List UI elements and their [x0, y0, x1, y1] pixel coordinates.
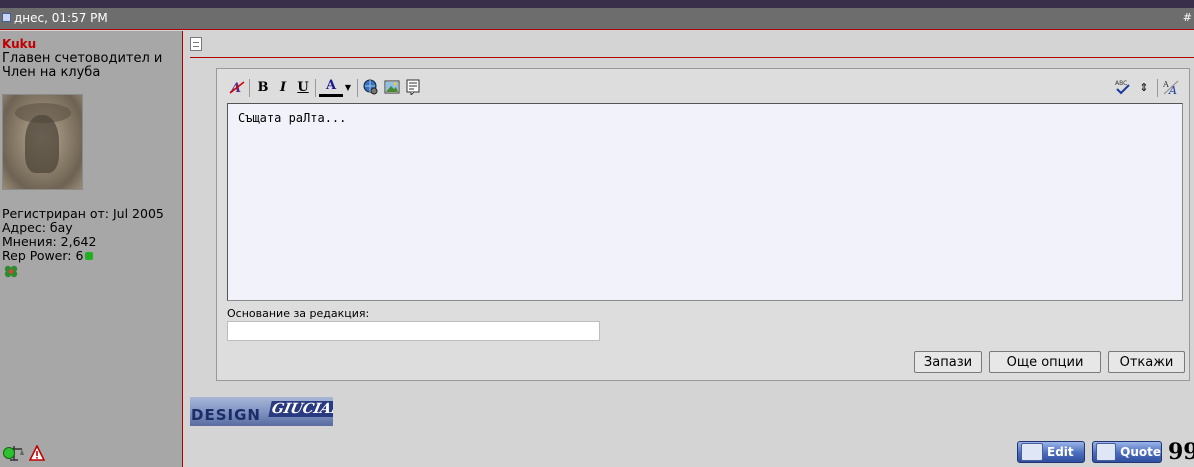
save-button[interactable]: Запази — [914, 351, 982, 373]
svg-text:ABC: ABC — [1115, 80, 1127, 87]
post-number-link[interactable]: # — [1183, 11, 1192, 24]
post-date: днес, 01:57 PM — [14, 11, 108, 25]
report-post-icon[interactable] — [28, 444, 46, 461]
user-address: Адрес: бау — [2, 220, 73, 235]
message-editor[interactable]: Същата раЛта... — [227, 103, 1183, 301]
cancel-button[interactable]: Откажи — [1108, 351, 1185, 373]
user-sidebar: Kuku Главен счетоводител и Член на клуба… — [0, 31, 183, 467]
quick-edit-box: A B I U A ▼ ABC ⇕ AA — [216, 68, 1190, 381]
user-title: Главен счетоводител и Член на клуба — [2, 51, 163, 80]
edit-label: Edit — [1047, 445, 1074, 459]
rep-power-row: Rep Power: 6 — [2, 249, 164, 263]
top-border — [0, 0, 1194, 8]
divider — [190, 57, 1194, 58]
online-status-icon — [3, 447, 15, 459]
edit-post-button[interactable]: Edit — [1017, 441, 1085, 463]
remove-format-icon[interactable]: A — [227, 77, 247, 97]
insert-image-icon[interactable] — [382, 77, 402, 97]
resize-icon[interactable]: ⇕ — [1134, 77, 1154, 97]
post-header: днес, 01:57 PM # — [0, 8, 1194, 30]
username-link[interactable]: Kuku — [2, 37, 36, 51]
svg-text:A: A — [1162, 80, 1169, 89]
clover-icon — [4, 265, 18, 278]
insert-link-icon[interactable] — [361, 77, 381, 97]
quote-post-button[interactable]: Quote — [1092, 441, 1162, 463]
editor-toolbar: A B I U A ▼ ABC ⇕ AA — [227, 77, 1185, 101]
edit-reason-label: Основание за редакция: — [227, 307, 370, 320]
document-icon — [190, 37, 202, 51]
multiquote-icon[interactable]: 99 — [1168, 441, 1194, 463]
rep-power: Rep Power: 6 — [2, 248, 84, 263]
font-color-dropdown-icon[interactable]: ▼ — [343, 77, 353, 97]
edit-icon — [1021, 443, 1043, 461]
post-body: A B I U A ▼ ABC ⇕ AA — [184, 31, 1194, 467]
italic-button[interactable]: I — [273, 77, 293, 97]
underline-button[interactable]: U — [293, 77, 313, 97]
quote-icon[interactable] — [403, 77, 423, 97]
avatar[interactable] — [2, 94, 83, 190]
bold-button[interactable]: B — [253, 77, 273, 97]
user-info: Регистриран от: Jul 2005 Адрес: бау Мнен… — [2, 207, 164, 263]
logo-text-giuciard: GIUCIARD — [268, 401, 333, 417]
logo-text-design: DESIGN — [191, 406, 261, 424]
edit-reason-input[interactable] — [227, 321, 600, 341]
spell-check-icon[interactable]: ABC — [1113, 77, 1133, 97]
quote-pen-icon — [1096, 443, 1117, 461]
signature-logo: DESIGN GIUCIARD — [190, 397, 333, 426]
quote-label: Quote — [1120, 445, 1161, 459]
more-options-button[interactable]: Още опции — [989, 351, 1101, 373]
font-color-button[interactable]: A — [319, 77, 343, 97]
post-count: Мнения: 2,642 — [2, 234, 97, 249]
registered-date: Регистриран от: Jul 2005 — [2, 206, 164, 221]
reputation-icon[interactable] — [85, 252, 94, 260]
switch-mode-icon[interactable]: AA — [1161, 77, 1181, 97]
post-icon — [2, 13, 11, 22]
